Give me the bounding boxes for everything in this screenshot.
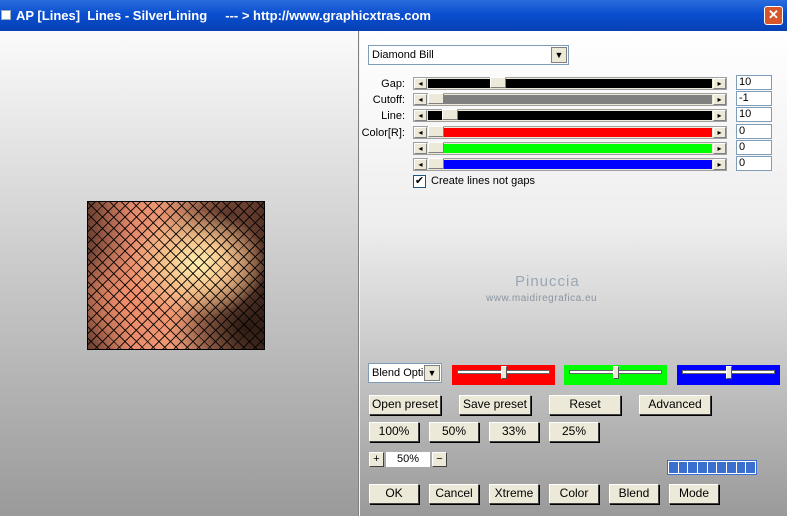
param-value-field[interactable]: 0	[736, 124, 772, 139]
param-slider[interactable]: ◂ ▸	[413, 158, 727, 171]
param-label: Color[R]:	[361, 127, 405, 139]
progress-segment	[669, 462, 678, 473]
param-value-field[interactable]: -1	[736, 91, 772, 106]
app-icon	[1, 10, 11, 20]
arrow-left-icon[interactable]: ◂	[414, 94, 427, 105]
progress-bar	[667, 460, 757, 475]
window-title: AP [Lines] Lines - SilverLining --- > ht…	[16, 8, 431, 23]
watermark-site: www.maidiregrafica.eu	[486, 293, 598, 304]
blend-selected: Blend Optio	[372, 367, 424, 379]
slider-track[interactable]	[428, 79, 712, 88]
slider-track[interactable]	[428, 144, 712, 153]
diamond-mesh	[88, 202, 264, 349]
zoom-25-button[interactable]: 25%	[549, 422, 599, 442]
cancel-button[interactable]: Cancel	[429, 484, 479, 504]
slider-thumb[interactable]	[428, 93, 444, 104]
zoom-value: 50%	[386, 452, 430, 467]
arrow-right-icon[interactable]: ▸	[713, 78, 726, 89]
slider-track[interactable]	[428, 160, 712, 169]
progress-segment	[678, 462, 688, 473]
param-slider[interactable]: ◂ ▸	[413, 126, 727, 139]
zoom-100-button[interactable]: 100%	[369, 422, 419, 442]
xtreme-button[interactable]: Xtreme	[489, 484, 539, 504]
slider-thumb[interactable]	[612, 366, 619, 379]
arrow-left-icon[interactable]: ◂	[414, 110, 427, 121]
param-value-field[interactable]: 10	[736, 107, 772, 122]
slider-track[interactable]	[428, 95, 712, 104]
preset-dropdown[interactable]: Diamond Bill ▼	[368, 45, 569, 65]
param-slider[interactable]: ◂ ▸	[413, 77, 727, 90]
progress-segment	[707, 462, 717, 473]
preset-selected: Diamond Bill	[372, 49, 434, 61]
param-slider[interactable]: ◂ ▸	[413, 142, 727, 155]
advanced-button[interactable]: Advanced	[639, 395, 711, 415]
progress-segment	[736, 462, 746, 473]
save-preset-button[interactable]: Save preset	[459, 395, 531, 415]
progress-segment	[688, 462, 698, 473]
slider-thumb[interactable]	[725, 366, 732, 379]
param-value-field[interactable]: 10	[736, 75, 772, 90]
blend-color-slider[interactable]	[564, 365, 667, 385]
zoom-50-button[interactable]: 50%	[429, 422, 479, 442]
arrow-right-icon[interactable]: ▸	[713, 110, 726, 121]
preview-image[interactable]	[87, 201, 265, 350]
zoom-out-button[interactable]: −	[432, 452, 447, 467]
arrow-left-icon[interactable]: ◂	[414, 127, 427, 138]
zoom-33-button[interactable]: 33%	[489, 422, 539, 442]
slider-thumb[interactable]	[428, 142, 444, 153]
create-lines-label: Create lines not gaps	[431, 175, 535, 187]
reset-button[interactable]: Reset	[549, 395, 621, 415]
arrow-left-icon[interactable]: ◂	[414, 78, 427, 89]
progress-segment	[746, 462, 756, 473]
param-value-field[interactable]: 0	[736, 156, 772, 171]
arrow-right-icon[interactable]: ▸	[713, 159, 726, 170]
slider-thumb[interactable]	[441, 109, 458, 120]
slider-track[interactable]	[428, 128, 712, 137]
slider-thumb[interactable]	[428, 158, 444, 169]
checkmark-icon: ✔	[414, 175, 425, 187]
mode-button[interactable]: Mode	[669, 484, 719, 504]
progress-segment	[717, 462, 727, 473]
color-button[interactable]: Color	[549, 484, 599, 504]
watermark-name: Pinuccia	[515, 273, 580, 290]
blend-color-slider[interactable]	[677, 365, 780, 385]
arrow-right-icon[interactable]: ▸	[713, 94, 726, 105]
arrow-left-icon[interactable]: ◂	[414, 159, 427, 170]
param-slider[interactable]: ◂ ▸	[413, 93, 727, 106]
progress-segment	[698, 462, 707, 473]
slider-thumb[interactable]	[428, 126, 444, 137]
param-label: Line:	[381, 110, 405, 122]
param-value-field[interactable]: 0	[736, 140, 772, 155]
arrow-right-icon[interactable]: ▸	[713, 143, 726, 154]
arrow-right-icon[interactable]: ▸	[713, 127, 726, 138]
zoom-in-button[interactable]: +	[369, 452, 384, 467]
arrow-left-icon[interactable]: ◂	[414, 143, 427, 154]
blend-button[interactable]: Blend	[609, 484, 659, 504]
title-bar: AP [Lines] Lines - SilverLining --- > ht…	[0, 0, 787, 31]
blend-options-dropdown[interactable]: Blend Optio ▼	[368, 363, 442, 383]
chevron-down-icon[interactable]: ▼	[424, 365, 440, 381]
open-preset-button[interactable]: Open preset	[369, 395, 441, 415]
close-button[interactable]: ✕	[764, 6, 783, 25]
param-slider[interactable]: ◂ ▸	[413, 109, 727, 122]
slider-thumb[interactable]	[490, 77, 507, 88]
param-label: Cutoff:	[372, 94, 405, 106]
progress-segment	[727, 462, 736, 473]
slider-thumb[interactable]	[500, 366, 507, 379]
create-lines-checkbox[interactable]: ✔	[413, 175, 426, 188]
param-label: Gap:	[381, 78, 405, 90]
chevron-down-icon[interactable]: ▼	[551, 47, 567, 63]
ok-button[interactable]: OK	[369, 484, 419, 504]
blend-color-slider[interactable]	[452, 365, 555, 385]
slider-track[interactable]	[428, 111, 712, 120]
